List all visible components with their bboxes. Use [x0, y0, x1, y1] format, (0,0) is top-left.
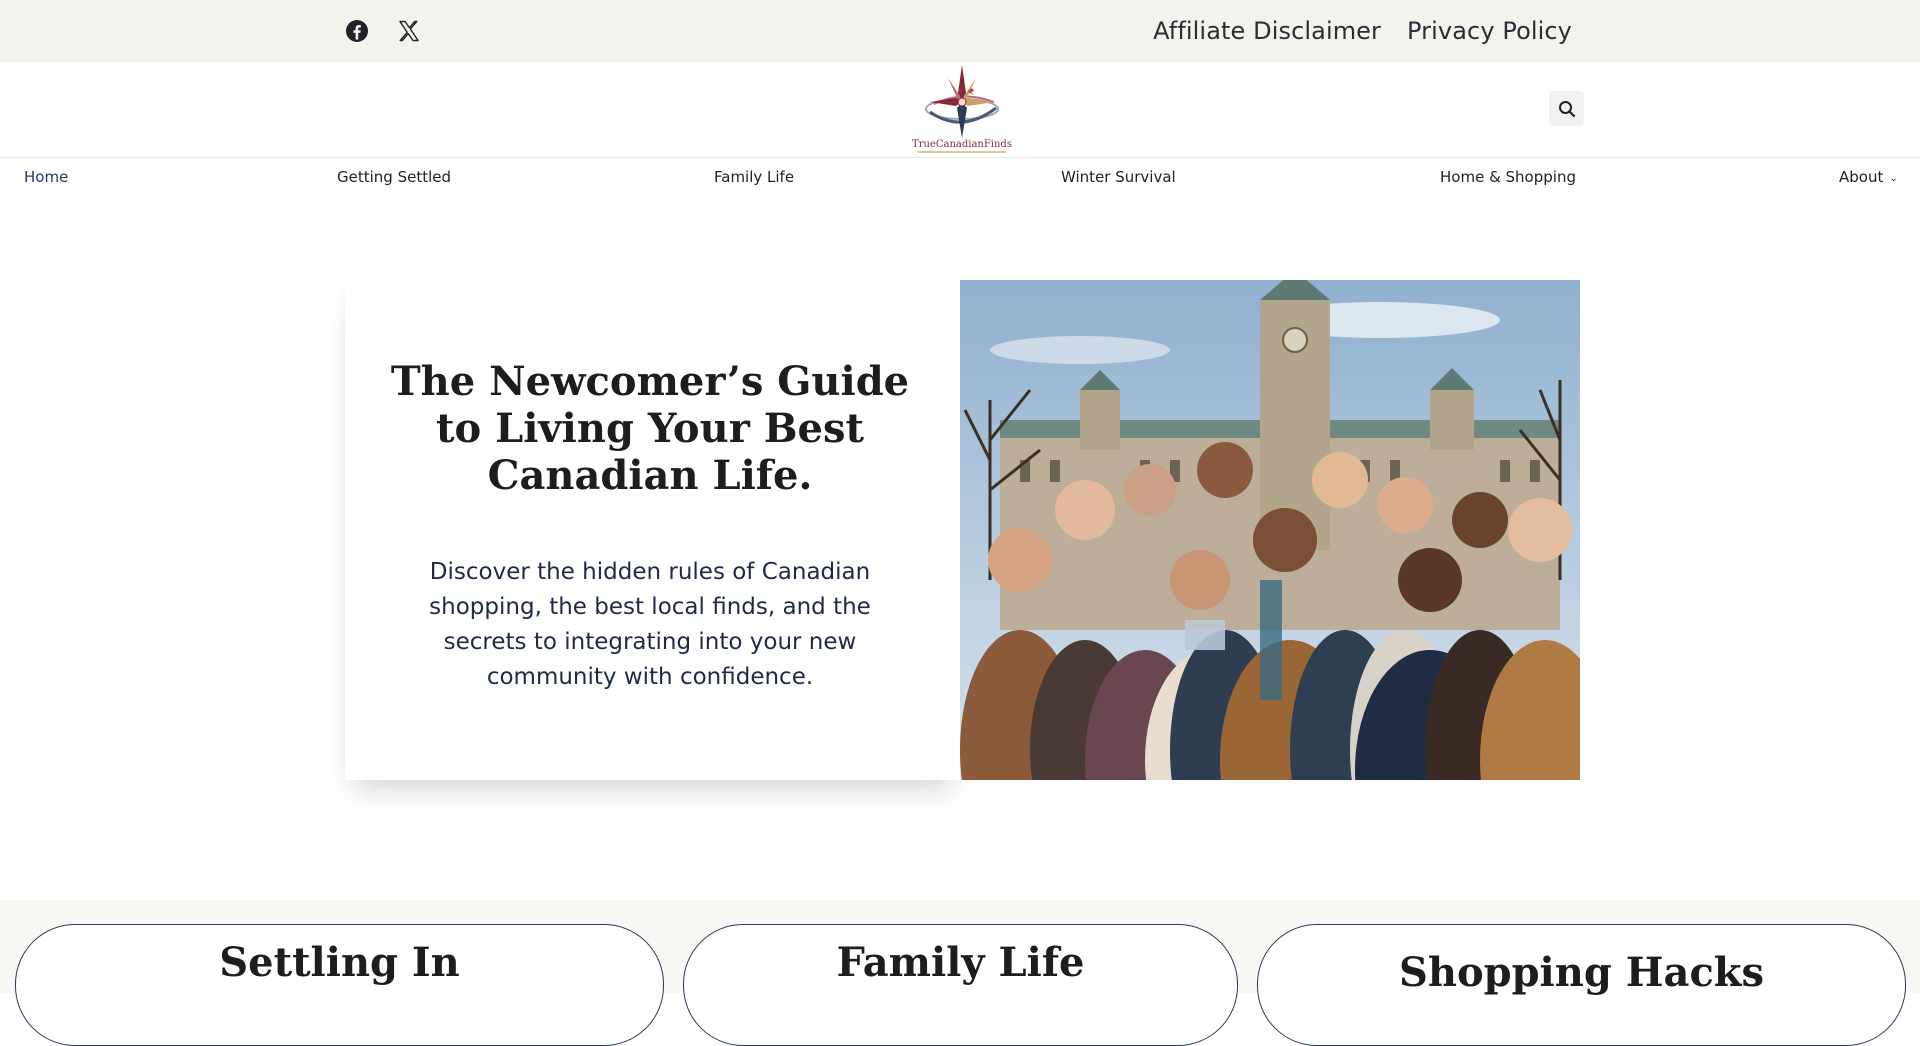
privacy-policy-link[interactable]: Privacy Policy: [1407, 17, 1572, 45]
affiliate-disclaimer-link[interactable]: Affiliate Disclaimer: [1153, 17, 1381, 45]
hero-image: [960, 280, 1580, 780]
nav-item-winter-survival[interactable]: Winter Survival: [1061, 168, 1176, 186]
site-logo[interactable]: TrueCanadianFinds: [910, 62, 1014, 157]
logo-tagline-rule: [918, 151, 1006, 153]
category-card-settling-in[interactable]: Settling In: [15, 924, 664, 1046]
main-nav: Home Getting Settled Family Life Winter …: [0, 158, 1920, 198]
nav-item-family-life[interactable]: Family Life: [714, 168, 794, 186]
site-header: TrueCanadianFinds: [0, 62, 1920, 158]
category-card-family-life[interactable]: Family Life: [683, 924, 1238, 1046]
facebook-icon[interactable]: [344, 18, 370, 44]
nav-item-about-label: About: [1839, 168, 1884, 186]
nav-item-about[interactable]: About ⌄: [1839, 168, 1898, 186]
x-icon[interactable]: [396, 18, 422, 44]
top-links: Affiliate Disclaimer Privacy Policy: [1153, 0, 1572, 62]
hero-card: [345, 280, 961, 780]
top-bar: Affiliate Disclaimer Privacy Policy: [0, 0, 1920, 63]
hero-title: The Newcomer’s Guide to Living Your Best…: [390, 358, 910, 499]
compass-logo-icon: [925, 65, 999, 138]
category-title: Shopping Hacks: [1398, 949, 1765, 996]
search-icon: [1558, 100, 1575, 117]
category-card-shopping-hacks[interactable]: Shopping Hacks: [1257, 924, 1906, 1046]
nav-item-getting-settled[interactable]: Getting Settled: [337, 168, 451, 186]
search-button[interactable]: [1549, 91, 1584, 126]
nav-item-home-shopping[interactable]: Home & Shopping: [1440, 168, 1576, 186]
hero-description: Discover the hidden rules of Canadian sh…: [429, 559, 871, 690]
nav-item-home[interactable]: Home: [24, 168, 68, 186]
logo-text: TrueCanadianFinds: [912, 139, 1012, 150]
category-title: Family Life: [836, 939, 1085, 986]
chevron-down-icon: ⌄: [1889, 173, 1898, 184]
category-title: Settling In: [219, 939, 460, 986]
